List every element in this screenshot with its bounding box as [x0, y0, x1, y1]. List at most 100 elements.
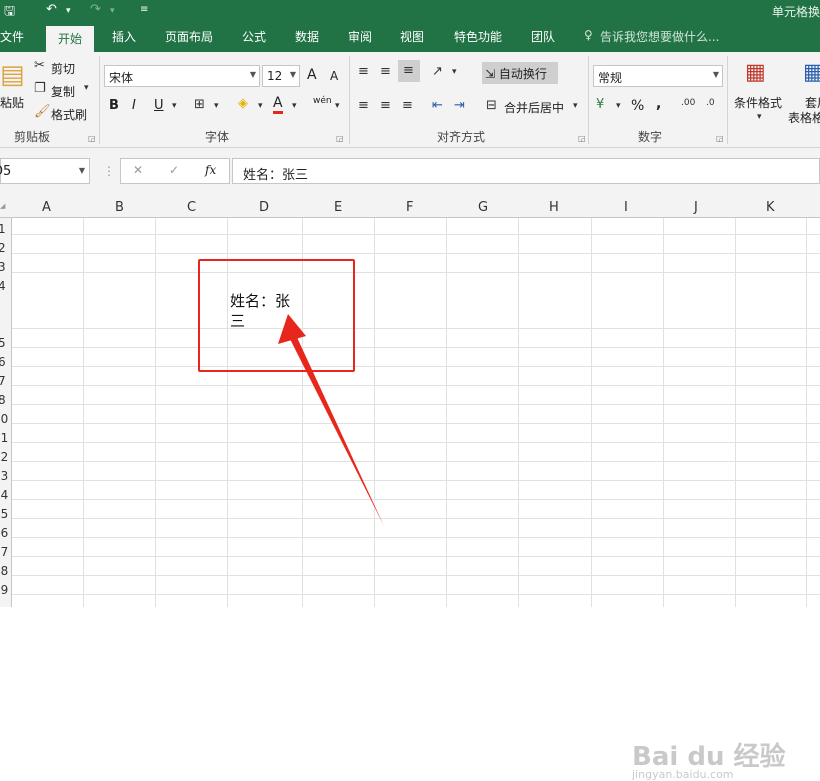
formula-content: 姓名：张三: [243, 168, 309, 183]
underline-dropdown-icon[interactable]: ▾: [172, 101, 177, 111]
conditional-format-icon[interactable]: ▦: [745, 60, 766, 85]
enter-icon[interactable]: ✓: [169, 163, 179, 177]
merge-icon[interactable]: ⊟: [486, 98, 497, 113]
tab-file[interactable]: 文件: [0, 28, 24, 45]
tab-review[interactable]: 审阅: [348, 28, 372, 45]
orientation-icon[interactable]: ↗: [432, 64, 443, 79]
tell-me-search[interactable]: 告诉我您想要做什么...: [600, 28, 719, 45]
align-right-icon[interactable]: ≡: [402, 98, 413, 113]
divider: [727, 56, 728, 144]
decrease-decimal-icon[interactable]: .0: [706, 98, 715, 108]
font-color-button[interactable]: A: [273, 96, 283, 114]
divider: [349, 56, 350, 144]
increase-decimal-icon[interactable]: .00: [681, 98, 695, 108]
bold-button[interactable]: B: [109, 98, 119, 113]
tab-home[interactable]: 开始: [46, 26, 95, 52]
name-box-value: D5: [0, 164, 12, 179]
tab-page-layout[interactable]: 页面布局: [165, 28, 213, 45]
formula-bar: D5 ▼ ⋮ ✕ ✓ fx 姓名：张三: [0, 148, 820, 196]
number-launcher-icon[interactable]: ◲: [716, 134, 724, 143]
font-name-select[interactable]: 宋体 ▼: [104, 65, 260, 87]
save-icon[interactable]: 🖫: [4, 2, 15, 24]
underline-button[interactable]: U: [154, 98, 164, 113]
copy-icon[interactable]: ❐: [34, 81, 46, 96]
format-painter-icon[interactable]: 🖌: [34, 104, 51, 119]
copy-button[interactable]: 复制: [51, 83, 75, 100]
divider: [588, 56, 589, 144]
worksheet-grid[interactable]: ◢ A B C D E F G H I J K 1 2 3 4 5 6 7 8 …: [0, 196, 820, 781]
table-format-icon[interactable]: ▦: [803, 60, 820, 85]
percent-button[interactable]: %: [631, 98, 644, 114]
scissors-icon[interactable]: ✂: [34, 58, 45, 73]
merge-dropdown-icon[interactable]: ▾: [573, 101, 578, 111]
align-bottom-icon[interactable]: ≡: [398, 60, 420, 82]
comma-button[interactable]: ,: [656, 96, 661, 112]
title-bar: 🖫 ↶ ▾ ↷ ▾ ≡ 单元格换: [0, 0, 820, 22]
font-color-dropdown-icon[interactable]: ▾: [292, 101, 297, 111]
name-box[interactable]: D5 ▼: [0, 158, 90, 184]
currency-icon[interactable]: ¥: [596, 97, 604, 112]
formula-input[interactable]: 姓名：张三: [232, 158, 820, 184]
divider: [99, 56, 100, 144]
increase-indent-icon[interactable]: ⇥: [454, 98, 465, 113]
conditional-dropdown-icon[interactable]: ▾: [757, 112, 762, 122]
undo-icon[interactable]: ↶: [46, 2, 57, 17]
redo-icon[interactable]: ↷: [90, 2, 101, 17]
align-center-icon[interactable]: ≡: [380, 98, 391, 113]
grow-font-button[interactable]: A: [307, 67, 317, 83]
clipboard-launcher-icon[interactable]: ◲: [88, 134, 96, 143]
clipboard-group-label: 剪贴板: [14, 130, 51, 144]
annotation-arrow: [278, 314, 384, 526]
tab-data[interactable]: 数据: [295, 28, 319, 45]
tab-special[interactable]: 特色功能: [454, 28, 502, 45]
font-group-label: 字体: [205, 130, 230, 144]
currency-dropdown-icon[interactable]: ▾: [616, 101, 621, 111]
tab-team[interactable]: 团队: [531, 28, 555, 45]
wrap-text-icon: ⇲: [485, 67, 496, 81]
border-dropdown-icon[interactable]: ▾: [214, 101, 219, 111]
tab-insert[interactable]: 插入: [112, 28, 136, 45]
phonetic-dropdown-icon[interactable]: ▾: [335, 101, 340, 111]
paste-icon[interactable]: ▤: [0, 60, 25, 90]
fx-icon[interactable]: fx: [205, 163, 216, 177]
chevron-down-icon[interactable]: ▼: [79, 166, 85, 175]
undo-dropdown-icon[interactable]: ▾: [66, 6, 71, 16]
paste-button[interactable]: 粘贴: [0, 94, 24, 111]
font-launcher-icon[interactable]: ◲: [336, 134, 344, 143]
chevron-down-icon: ▼: [712, 70, 719, 79]
cut-button[interactable]: 剪切: [51, 60, 75, 77]
font-name-value: 宋体: [109, 71, 134, 85]
fill-dropdown-icon[interactable]: ▾: [258, 101, 263, 111]
formula-actions: ✕ ✓ fx: [120, 158, 230, 184]
ribbon-home: ▤ 粘贴 ✂ 剪切 ❐ 复制 ▾ 🖌 格式刷 剪贴板 ◲ 宋体 ▼ 12 ▼ A…: [0, 52, 820, 148]
fill-color-icon[interactable]: ◈: [238, 96, 248, 111]
cancel-icon[interactable]: ✕: [133, 163, 143, 177]
more-icon: ⋮: [103, 164, 115, 178]
alignment-launcher-icon[interactable]: ◲: [578, 134, 586, 143]
italic-button[interactable]: I: [132, 98, 136, 113]
copy-dropdown-icon[interactable]: ▾: [84, 83, 89, 93]
font-size-select[interactable]: 12 ▼: [262, 65, 300, 87]
conditional-format-button[interactable]: 条件格式: [734, 94, 782, 111]
ribbon-tabs: 文件 开始 插入 页面布局 公式 数据 审阅 视图 特色功能 团队 ♀ 告诉我您…: [0, 22, 820, 52]
format-painter-button[interactable]: 格式刷: [51, 106, 87, 123]
customize-icon[interactable]: ≡: [140, 4, 148, 15]
table-format-button-line2[interactable]: 表格格: [788, 109, 820, 126]
number-format-value: 常规: [598, 71, 623, 85]
orientation-dropdown-icon[interactable]: ▾: [452, 67, 457, 77]
align-top-icon[interactable]: ≡: [358, 64, 369, 79]
chevron-down-icon: ▼: [249, 70, 256, 79]
decrease-indent-icon[interactable]: ⇤: [432, 98, 443, 113]
border-icon[interactable]: ⊞: [194, 97, 205, 112]
tab-view[interactable]: 视图: [400, 28, 424, 45]
shrink-font-button[interactable]: A: [330, 69, 338, 83]
wrap-text-label: 自动换行: [498, 67, 547, 81]
redo-dropdown-icon[interactable]: ▾: [110, 6, 115, 16]
align-left-icon[interactable]: ≡: [358, 98, 369, 113]
align-middle-icon[interactable]: ≡: [380, 64, 391, 79]
number-format-select[interactable]: 常规 ▼: [593, 65, 723, 87]
wrap-text-button[interactable]: ⇲ 自动换行: [482, 62, 558, 84]
tab-formulas[interactable]: 公式: [242, 28, 266, 45]
phonetic-button[interactable]: wén: [313, 96, 332, 106]
merge-center-button[interactable]: 合并后居中: [504, 99, 564, 116]
